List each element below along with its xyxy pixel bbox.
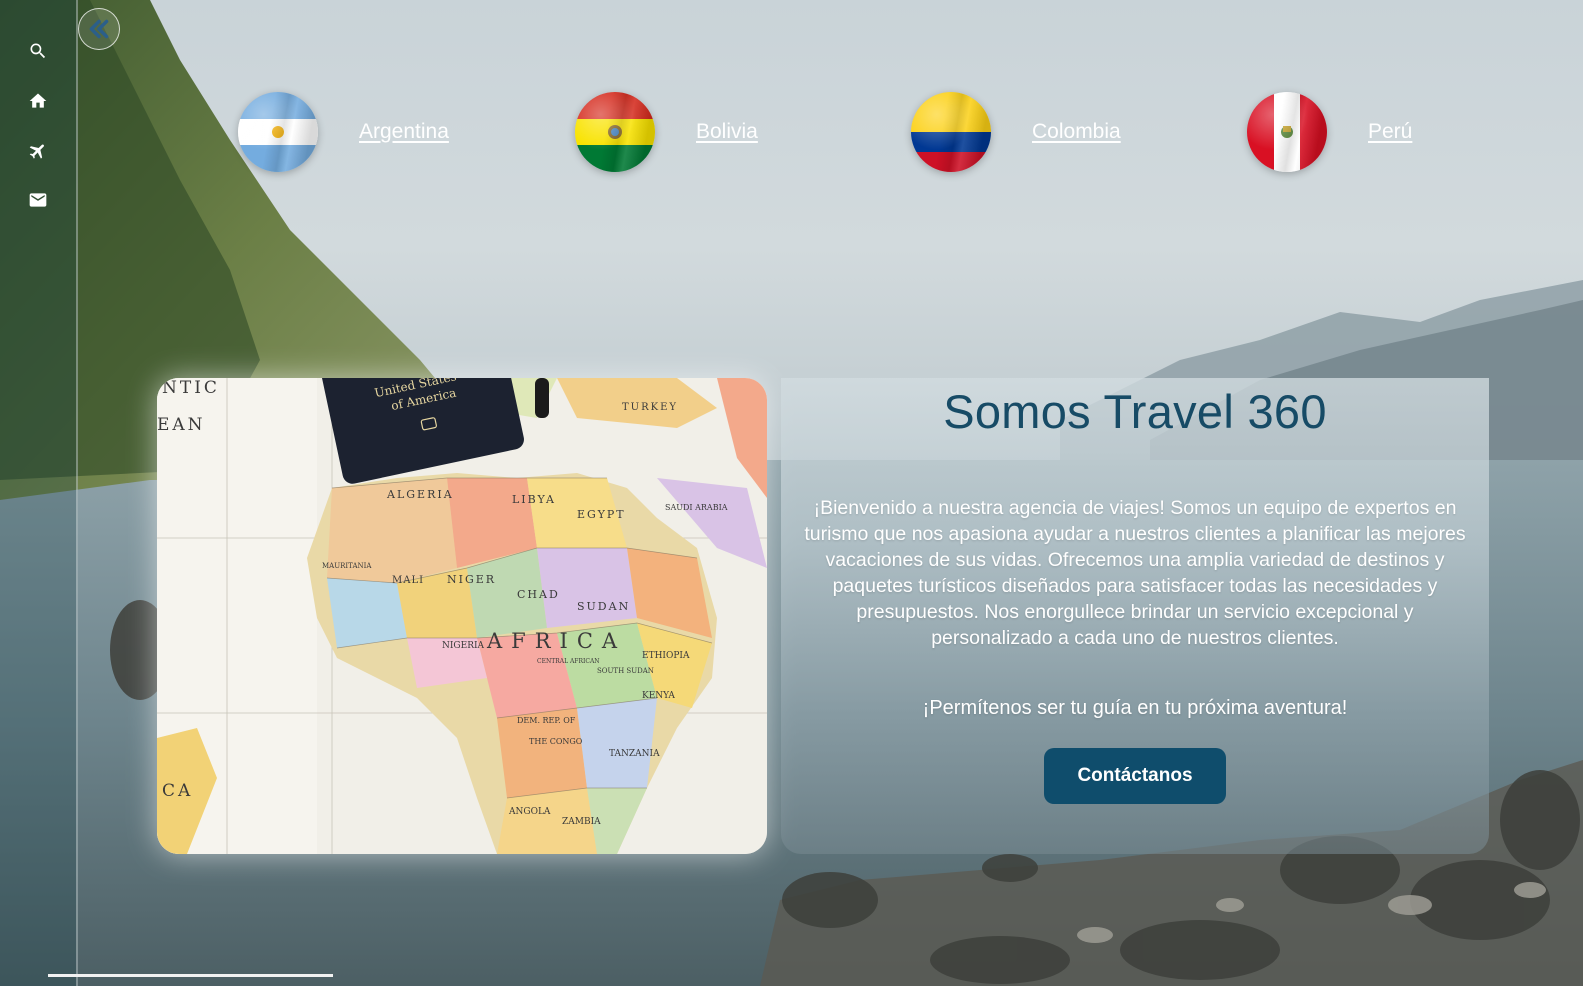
mail-icon[interactable] — [26, 188, 50, 212]
collapse-sidebar-button[interactable] — [78, 8, 120, 50]
svg-text:TANZANIA: TANZANIA — [609, 749, 660, 759]
country-link-colombia[interactable]: Colombia — [911, 92, 1121, 172]
argentina-flag-icon — [238, 92, 318, 172]
contact-button[interactable]: Contáctanos — [1044, 748, 1226, 804]
svg-text:ZAMBIA: ZAMBIA — [562, 817, 601, 827]
colombia-flag-icon — [911, 92, 991, 172]
svg-text:NIGERIA: NIGERIA — [442, 641, 485, 651]
country-label[interactable]: Bolivia — [696, 120, 758, 144]
search-icon[interactable] — [26, 39, 50, 63]
svg-text:NIGER: NIGER — [447, 573, 496, 586]
hero-tagline: ¡Permítenos ser tu guía en tu próxima av… — [922, 697, 1348, 719]
svg-text:SOUTH SUDAN: SOUTH SUDAN — [597, 667, 654, 675]
svg-text:CHAD: CHAD — [517, 588, 560, 601]
svg-text:THE CONGO: THE CONGO — [529, 737, 583, 746]
country-label[interactable]: Perú — [1368, 120, 1412, 144]
country-label[interactable]: Argentina — [359, 120, 449, 144]
africa-map-image: NTIC EAN CA AFRICA ALGERIA LIBYA EGYPT S… — [157, 378, 767, 854]
hero-title: Somos Travel 360 — [943, 385, 1327, 438]
bolivia-flag-icon — [575, 92, 655, 172]
svg-text:LIBYA: LIBYA — [512, 493, 556, 506]
svg-text:EGYPT: EGYPT — [577, 508, 626, 521]
airplane-icon[interactable] — [26, 139, 50, 163]
sidebar — [0, 0, 78, 986]
about-section: Somos Travel 360 ¡Bienvenido a nuestra a… — [781, 378, 1489, 854]
svg-text:DEM. REP. OF: DEM. REP. OF — [517, 716, 576, 725]
svg-text:CA: CA — [162, 781, 193, 801]
svg-text:ANGOLA: ANGOLA — [508, 807, 551, 817]
svg-text:KENYA: KENYA — [642, 691, 675, 701]
svg-text:SUDAN: SUDAN — [577, 600, 630, 613]
svg-text:AFRICA: AFRICA — [486, 629, 626, 653]
peru-flag-icon — [1247, 92, 1327, 172]
svg-text:MALI: MALI — [392, 575, 424, 586]
svg-text:TURKEY: TURKEY — [622, 402, 678, 413]
hero-description: ¡Bienvenido a nuestra agencia de viajes!… — [804, 497, 1466, 649]
svg-text:EAN: EAN — [157, 415, 206, 435]
svg-text:NTIC: NTIC — [162, 378, 220, 398]
svg-text:ETHIOPIA: ETHIOPIA — [642, 651, 690, 661]
country-link-peru[interactable]: Perú — [1247, 92, 1412, 172]
country-label[interactable]: Colombia — [1032, 120, 1121, 144]
svg-text:ALGERIA: ALGERIA — [386, 488, 454, 501]
svg-text:SAUDI ARABIA: SAUDI ARABIA — [665, 503, 728, 512]
scroll-indicator — [48, 974, 333, 977]
country-link-bolivia[interactable]: Bolivia — [575, 92, 758, 172]
home-icon[interactable] — [26, 89, 50, 113]
svg-text:MAURITANIA: MAURITANIA — [322, 562, 372, 570]
svg-text:CENTRAL AFRICAN: CENTRAL AFRICAN — [537, 658, 600, 665]
double-chevron-left-icon — [89, 19, 109, 39]
country-link-argentina[interactable]: Argentina — [238, 92, 449, 172]
